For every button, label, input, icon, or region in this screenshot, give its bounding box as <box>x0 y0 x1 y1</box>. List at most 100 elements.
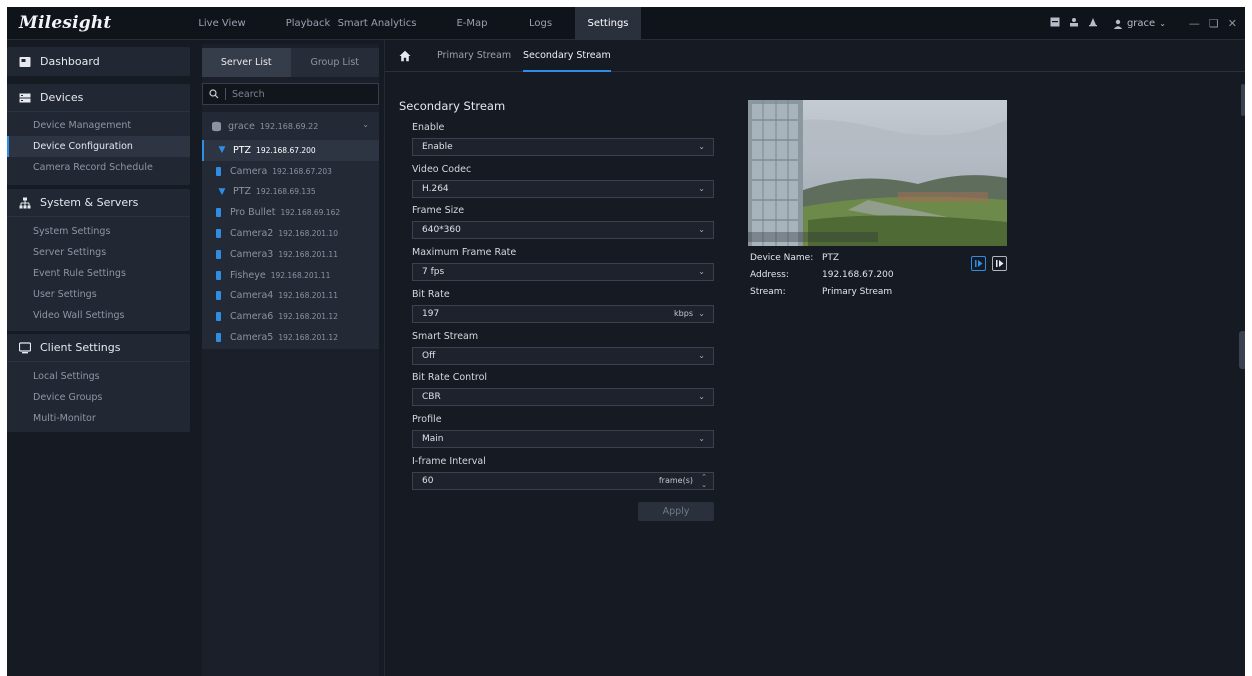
device-name: PTZ <box>233 186 252 198</box>
chevron-down-icon[interactable]: ⌄ <box>362 120 369 129</box>
chevron-down-icon: ⌄ <box>698 308 705 318</box>
device-row[interactable]: Pro Bullet 192.168.69.162 <box>202 202 379 223</box>
close-icon[interactable]: ✕ <box>1228 17 1237 30</box>
menu-item-device-management[interactable]: Device Management <box>7 115 190 136</box>
device-name: Camera6 <box>230 311 274 323</box>
download-icon[interactable] <box>1069 17 1079 30</box>
spinner-icon[interactable]: ⌃ ⌄ <box>701 473 707 489</box>
device-name: Camera <box>230 165 268 177</box>
menu-item-video-wall-settings[interactable]: Video Wall Settings <box>7 305 190 326</box>
device-ip: 192.168.201.11 <box>270 270 331 280</box>
device-row[interactable]: Camera6 192.168.201.12 <box>202 306 379 327</box>
server-node[interactable]: grace 192.168.69.22 ⌄ <box>202 112 379 140</box>
chevron-down-icon: ⌄ <box>698 433 705 443</box>
user-icon <box>1113 19 1123 29</box>
play-next-button[interactable] <box>992 256 1007 271</box>
menu-dashboard[interactable]: Dashboard <box>7 47 190 76</box>
number-input[interactable]: 60 frame(s) ⌃ ⌄ <box>412 471 714 490</box>
field-value: Off <box>422 350 436 361</box>
menu-item-device-groups[interactable]: Device Groups <box>7 387 190 408</box>
nav-playback[interactable]: Playback <box>284 7 332 40</box>
server-name: grace <box>228 120 255 132</box>
device-row[interactable]: Camera2 192.168.201.10 <box>202 223 379 244</box>
select-dropdown[interactable]: CBR ⌄ <box>412 388 714 407</box>
chevron-down-icon: ⌄ <box>698 225 705 235</box>
menu-item-event-rule-settings[interactable]: Event Rule Settings <box>7 263 190 284</box>
menu-system-label: System & Servers <box>40 196 139 209</box>
camera-icon <box>216 270 221 280</box>
device-list-panel: Server List Group List Search grace 192.… <box>202 44 379 676</box>
device-row[interactable]: Camera4 192.168.201.11 <box>202 286 379 307</box>
device-ip: 192.168.201.12 <box>278 312 338 322</box>
menu-item-system-settings[interactable]: System Settings <box>7 221 190 242</box>
device-row[interactable]: Fisheye 192.168.201.11 <box>202 265 379 286</box>
device-name-value: PTZ <box>822 253 840 263</box>
device-row[interactable]: Camera 192.168.67.203 <box>202 161 379 182</box>
search-separator <box>225 88 226 100</box>
tab-secondary-stream[interactable]: Secondary Stream <box>523 40 611 72</box>
camera-icon <box>216 291 221 301</box>
select-dropdown[interactable]: 7 fps ⌄ <box>412 263 714 282</box>
menu-item-multi-monitor[interactable]: Multi-Monitor <box>7 408 190 429</box>
device-name-label: Device Name: <box>750 253 814 263</box>
device-row[interactable]: Camera5 192.168.201.12 <box>202 327 379 348</box>
restore-icon[interactable]: ❏ <box>1209 17 1219 30</box>
device-ip: 192.168.201.12 <box>278 333 338 343</box>
select-dropdown[interactable]: Enable ⌄ <box>412 138 714 156</box>
play-stream-button[interactable] <box>971 256 986 271</box>
device-name: Fisheye <box>230 269 266 281</box>
form-title: Secondary Stream <box>399 99 506 113</box>
menu-system-header[interactable]: System & Servers <box>7 189 190 217</box>
menu-devices-header[interactable]: Devices <box>7 84 190 112</box>
nav-e-map[interactable]: E-Map <box>452 7 492 40</box>
system-servers-icon <box>19 197 31 208</box>
menu-item-server-settings[interactable]: Server Settings <box>7 242 190 263</box>
search-input[interactable]: Search <box>202 83 379 105</box>
top-right-controls: grace ⌄ — ❏ ✕ <box>1050 7 1237 40</box>
menu-system-servers: System & Servers System Settings Server … <box>7 189 190 331</box>
stream-tabs: Primary Stream Secondary Stream <box>385 40 1245 72</box>
nav-live-view[interactable]: Live View <box>197 7 247 40</box>
menu-item-local-settings[interactable]: Local Settings <box>7 366 190 387</box>
device-rows: ▼ PTZ 192.168.67.200 Camera 192.168.67.203 ▼ P… <box>202 140 379 348</box>
chevron-down-icon: ⌄ <box>698 142 705 151</box>
chevron-down-icon: ⌄ <box>1159 19 1166 28</box>
field-label: I-frame Interval <box>412 455 486 467</box>
device-name: Camera3 <box>230 248 274 260</box>
search-placeholder: Search <box>232 88 265 100</box>
menu-client-header[interactable]: Client Settings <box>7 334 190 362</box>
alarm-icon[interactable] <box>1088 17 1098 30</box>
device-row[interactable]: Camera3 192.168.201.11 <box>202 244 379 265</box>
select-dropdown[interactable]: 640*360 ⌄ <box>412 221 714 240</box>
device-row[interactable]: ▼ PTZ 192.168.67.200 <box>202 140 379 161</box>
nav-settings[interactable]: Settings <box>575 7 641 40</box>
tab-server-list[interactable]: Server List <box>202 48 291 77</box>
apply-button[interactable]: Apply <box>638 502 714 521</box>
nav-logs[interactable]: Logs <box>523 7 558 40</box>
field-value: CBR <box>422 392 441 403</box>
menu-item-camera-record-schedule[interactable]: Camera Record Schedule <box>7 157 190 178</box>
device-name: Pro Bullet <box>230 207 276 219</box>
select-dropdown[interactable]: Main ⌄ <box>412 429 714 448</box>
tab-group-list[interactable]: Group List <box>291 48 380 77</box>
stream-label: Stream: <box>750 287 786 297</box>
nav-smart-analytics[interactable]: Smart Analytics <box>337 7 417 40</box>
camera-icon <box>216 333 221 343</box>
device-row[interactable]: ▼ PTZ 192.168.69.135 <box>202 182 379 203</box>
field-value: 60 <box>422 475 434 486</box>
number-input[interactable]: 197 kbps ⌄ <box>412 304 714 323</box>
menu-item-user-settings[interactable]: User Settings <box>7 284 190 305</box>
field-unit: frame(s) <box>658 475 693 485</box>
home-icon[interactable] <box>399 50 411 62</box>
user-menu[interactable]: grace ⌄ <box>1113 18 1166 29</box>
scrollbar[interactable] <box>1241 84 1245 116</box>
side-panel-toggle[interactable] <box>1239 331 1245 369</box>
minimize-icon[interactable]: — <box>1189 17 1200 30</box>
device-list-tabs: Server List Group List <box>202 48 379 77</box>
camera-icon <box>216 229 221 239</box>
layout-icon[interactable] <box>1050 17 1060 30</box>
tab-primary-stream[interactable]: Primary Stream <box>437 40 511 72</box>
select-dropdown[interactable]: Off ⌄ <box>412 346 714 365</box>
menu-item-device-configuration[interactable]: Device Configuration <box>7 136 190 157</box>
select-dropdown[interactable]: H.264 ⌄ <box>412 179 714 198</box>
